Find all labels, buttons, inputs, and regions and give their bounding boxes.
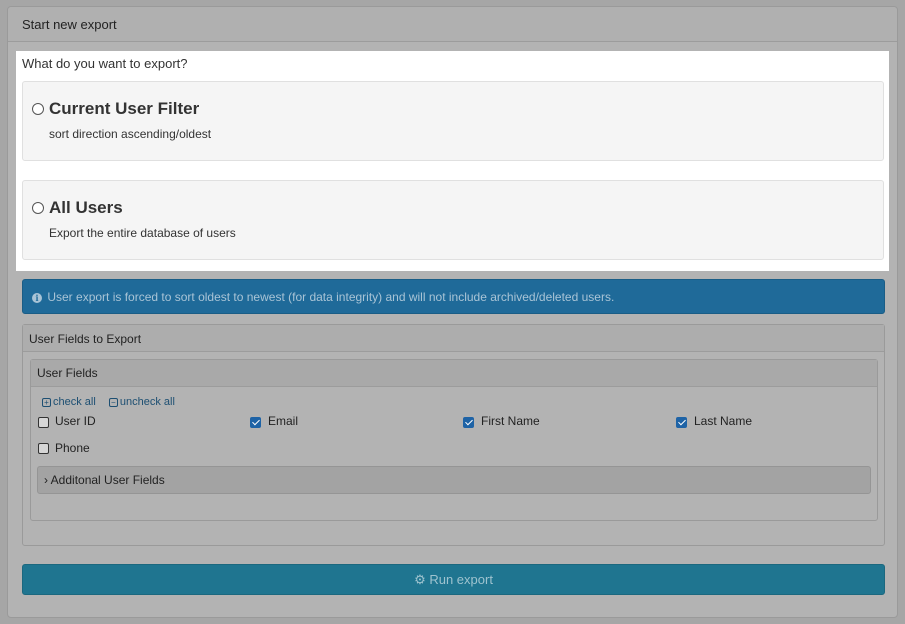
field-label-email: Email (268, 414, 299, 428)
run-export-label: Run export (429, 572, 493, 587)
user-fields-export-panel: User Fields to Export User Fields + check… (22, 324, 885, 546)
uncheck-all-link[interactable]: − uncheck all (108, 396, 175, 408)
option-title: Current User Filter (49, 99, 200, 118)
checkbox-email[interactable] (250, 417, 261, 428)
checkbox-phone[interactable] (38, 443, 49, 454)
check-all-link[interactable]: + check all (42, 396, 96, 408)
option-title: All Users (49, 198, 123, 217)
user-fields-panel: User Fields + check all − uncheck all User… (30, 359, 878, 521)
user-fields-title: User Fields (31, 360, 877, 387)
option-description: Export the entire database of users (49, 226, 236, 240)
plus-square-icon: + (42, 398, 51, 407)
field-label-last-name: Last Name (694, 414, 753, 428)
minus-square-icon: − (108, 398, 118, 407)
checkbox-last-name[interactable] (676, 417, 687, 428)
option-description: sort direction ascending/oldest (49, 127, 212, 141)
field-label-first-name: First Name (481, 414, 540, 428)
chevron-right-icon: › (44, 473, 48, 487)
cogs-icon: ⚙ (414, 572, 426, 587)
checkbox-user-id[interactable] (38, 417, 49, 428)
fields-panel-title: User Fields to Export (23, 325, 884, 352)
panel-title: Start new export (8, 7, 897, 42)
export-question: What do you want to export? (22, 56, 188, 71)
radio-current-user-filter[interactable] (32, 103, 44, 115)
field-label-phone: Phone (55, 441, 90, 455)
run-export-button[interactable]: ⚙ Run export (22, 564, 885, 595)
radio-all-users[interactable] (32, 202, 44, 214)
field-label-user-id: User ID (55, 414, 96, 428)
uncheck-all-label: uncheck all (119, 396, 175, 408)
check-links: + check all − uncheck all (42, 396, 185, 408)
info-circle-icon: i (32, 293, 42, 303)
info-alert: i User export is forced to sort oldest t… (22, 279, 885, 314)
option-all-users[interactable]: All Users Export the entire database of … (22, 180, 884, 260)
export-choice-section: What do you want to export? Current User… (16, 51, 889, 271)
option-current-user-filter[interactable]: Current User Filter sort direction ascen… (22, 81, 884, 161)
check-all-label: check all (53, 396, 96, 408)
additional-fields-label: Additonal User Fields (50, 473, 165, 487)
info-text: User export is forced to sort oldest to … (47, 290, 615, 304)
additional-fields-toggle[interactable]: › Additonal User Fields (37, 466, 871, 494)
checkbox-first-name[interactable] (463, 417, 474, 428)
